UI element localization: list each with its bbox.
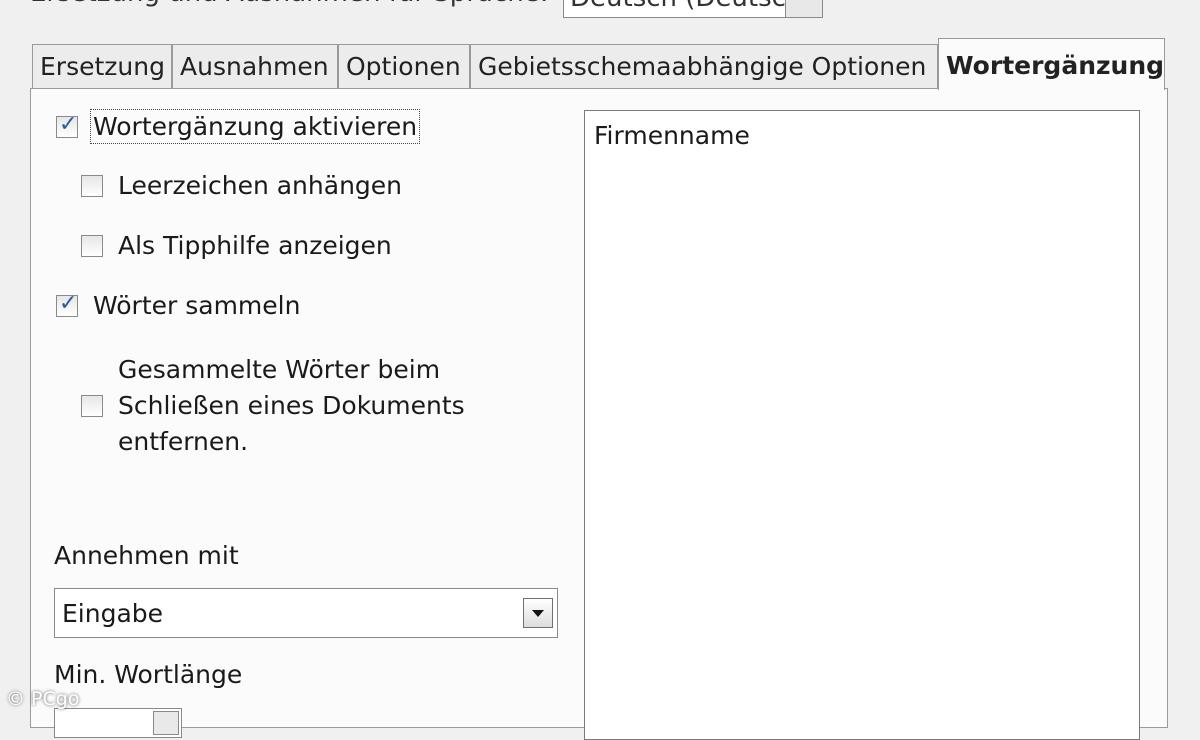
list-item[interactable]: Firmenname [594,121,750,150]
copyright-watermark: © PCgo [6,688,80,710]
show-as-tip-checkbox[interactable] [81,235,103,257]
chevron-down-icon[interactable] [785,0,822,17]
enable-completion-checkbox[interactable]: ✓ [56,112,78,138]
language-label: Ersetzung und Ausnahmen für Sprache: [30,0,548,8]
tab-gebietsschema[interactable]: Gebietsschemaabhängige Optionen [470,44,938,88]
append-space-label[interactable]: Leerzeichen anhängen [118,171,402,200]
tab-optionen[interactable]: Optionen [338,44,470,88]
min-length-label: Min. Wortlänge [54,660,243,689]
chevron-down-icon[interactable] [523,598,553,628]
enable-completion-label[interactable]: Wortergänzung aktivieren [89,109,421,144]
language-select[interactable]: Deutsch (Deutschland) [563,0,823,18]
check-icon: ✓ [59,291,78,316]
collect-words-checkbox[interactable]: ✓ [56,291,78,317]
collected-words-list[interactable]: Firmenname [584,110,1140,740]
tab-ersetzung[interactable]: Ersetzung [32,44,172,88]
tab-wortergaenzung[interactable]: Wortergänzung [938,38,1165,90]
min-length-spinner[interactable] [54,708,182,738]
remove-on-close-line2: Schließen eines Dokuments [118,391,465,420]
remove-on-close-label[interactable]: Gesammelte Wörter beim Schließen eines D… [118,352,465,460]
accept-with-value: Eingabe [62,599,164,628]
accept-with-select[interactable]: Eingabe [54,588,558,638]
spinner-arrows-icon[interactable] [153,711,179,735]
remove-on-close-line1: Gesammelte Wörter beim [118,355,441,384]
append-space-checkbox[interactable] [81,175,103,197]
collect-words-label[interactable]: Wörter sammeln [93,291,300,320]
tab-ausnahmen[interactable]: Ausnahmen [172,44,338,88]
remove-on-close-line3: entfernen. [118,427,249,456]
check-icon: ✓ [59,112,78,137]
remove-on-close-checkbox[interactable] [81,395,103,417]
accept-with-label: Annehmen mit [54,541,239,570]
show-as-tip-label[interactable]: Als Tipphilfe anzeigen [118,231,392,260]
